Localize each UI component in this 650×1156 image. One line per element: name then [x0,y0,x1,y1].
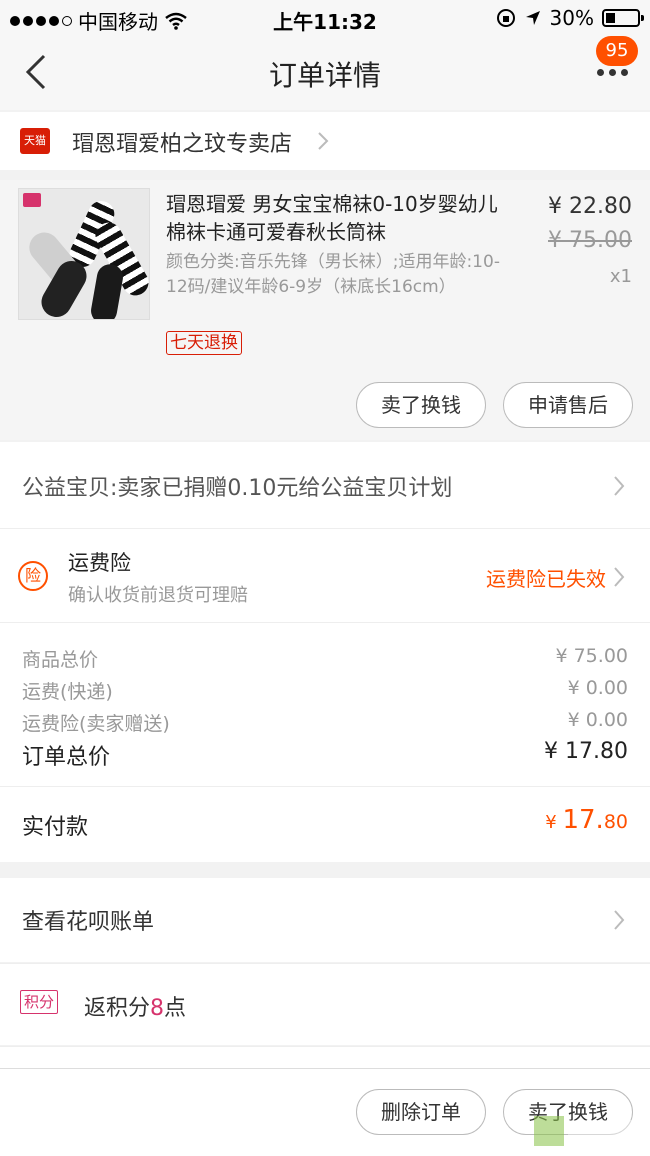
points-row: 积分 返积分8点 [0,963,650,1045]
insurance-subtitle: 确认收货前退货可理赔 [68,585,248,606]
battery-fill [606,13,615,23]
chevron-right-icon [318,132,329,150]
shipping-label: 运费(快递) [22,681,113,703]
paid-amount: ¥ 17.80 [545,805,628,835]
status-bar: 中国移动 上午11:32 30% [0,0,650,36]
points-prefix: 返积分 [84,996,151,1021]
insurance-fee-value: ¥ 0.00 [567,709,628,731]
points-suffix: 点 [164,996,187,1021]
charity-label: 公益宝贝:卖家已捐赠0.10元给公益宝贝计划 [22,476,453,501]
paid-currency: ¥ [545,812,563,833]
charity-row[interactable]: 公益宝贝:卖家已捐赠0.10元给公益宝贝计划 [0,442,650,528]
return-policy-tag: 七天退换 [166,331,242,355]
brand-logo-icon [23,193,41,207]
insurance-fee-label: 运费险(卖家赠送) [22,713,170,735]
after-sale-button[interactable]: 申请售后 [503,382,633,428]
rotation-lock-icon [496,9,515,27]
product-sku: 颜色分类:音乐先锋（男长袜）;适用年龄:10-12码/建议年龄6-9岁（袜底长1… [166,252,500,297]
order-total-label: 订单总价 [22,745,111,770]
insurance-title: 运费险 [68,551,131,575]
battery-percent: 30% [549,6,594,30]
chevron-right-icon [614,567,625,587]
product-price: ¥ 22.80 [548,194,632,219]
order-total-value: ¥ 17.80 [544,739,628,764]
paid-label: 实付款 [22,815,89,840]
store-row[interactable]: 天猫 瑁恩瑁爱柏之玟专卖店 [0,112,650,170]
goods-total-row: 商品总价 ¥ 75.00 [22,645,628,672]
price-summary: 商品总价 ¥ 75.00 运费(快递) ¥ 0.00 运费险(卖家赠送) ¥ 0… [0,622,650,786]
huabei-bill-row[interactable]: 查看花呗账单 [0,878,650,962]
insurance-fee-row: 运费险(卖家赠送) ¥ 0.00 [22,709,628,736]
chevron-right-icon [614,476,625,496]
paid-decimal: 80 [603,811,628,833]
shipping-row: 运费(快递) ¥ 0.00 [22,677,628,704]
insurance-icon: 险 [18,561,48,591]
points-number: 8 [150,996,165,1021]
product-quantity: x1 [609,266,632,287]
chevron-right-icon [614,910,625,930]
product-title[interactable]: 瑁恩瑁爱 男女宝宝棉袜0-10岁婴幼儿棉袜卡通可爱春秋长筒袜 [166,190,506,246]
shipping-insurance-row[interactable]: 险 运费险 确认收货前退货可理赔 运费险已失效 [0,528,650,622]
watermark-logo-icon [534,1116,640,1146]
status-right: 30% [496,6,644,30]
product-original-price: ¥ 75.00 [548,228,632,253]
shipping-value: ¥ 0.00 [567,677,628,699]
message-badge: 95 [596,36,638,66]
order-total-row: 订单总价 ¥ 17.80 [22,739,628,771]
goods-total-label: 商品总价 [22,649,99,671]
store-name: 瑁恩瑁爱柏之玟专卖店 [72,132,293,157]
paid-integer: 17. [562,805,604,835]
goods-total-value: ¥ 75.00 [555,645,628,667]
battery-icon [602,9,644,27]
huabei-label: 查看花呗账单 [22,910,155,935]
order-item[interactable]: 瑁恩瑁爱 男女宝宝棉袜0-10岁婴幼儿棉袜卡通可爱春秋长筒袜 颜色分类:音乐先锋… [0,180,650,440]
sell-button[interactable]: 卖了换钱 [356,382,486,428]
location-arrow-icon [525,11,540,25]
tmall-icon: 天猫 [20,128,50,154]
product-image[interactable] [18,188,150,320]
delete-order-button[interactable]: 删除订单 [356,1089,486,1135]
points-tag: 积分 [20,990,59,1014]
page-title: 订单详情 [268,59,381,92]
points-label: 返积分8点 [84,990,186,1022]
bottom-action-bar: 删除订单 卖了换钱 [0,1068,650,1156]
divider [0,1046,650,1068]
nav-bar: 订单详情 95 [0,36,650,110]
insurance-status: 运费险已失效 [486,567,606,591]
paid-row: 实付款 ¥ 17.80 [0,786,650,862]
